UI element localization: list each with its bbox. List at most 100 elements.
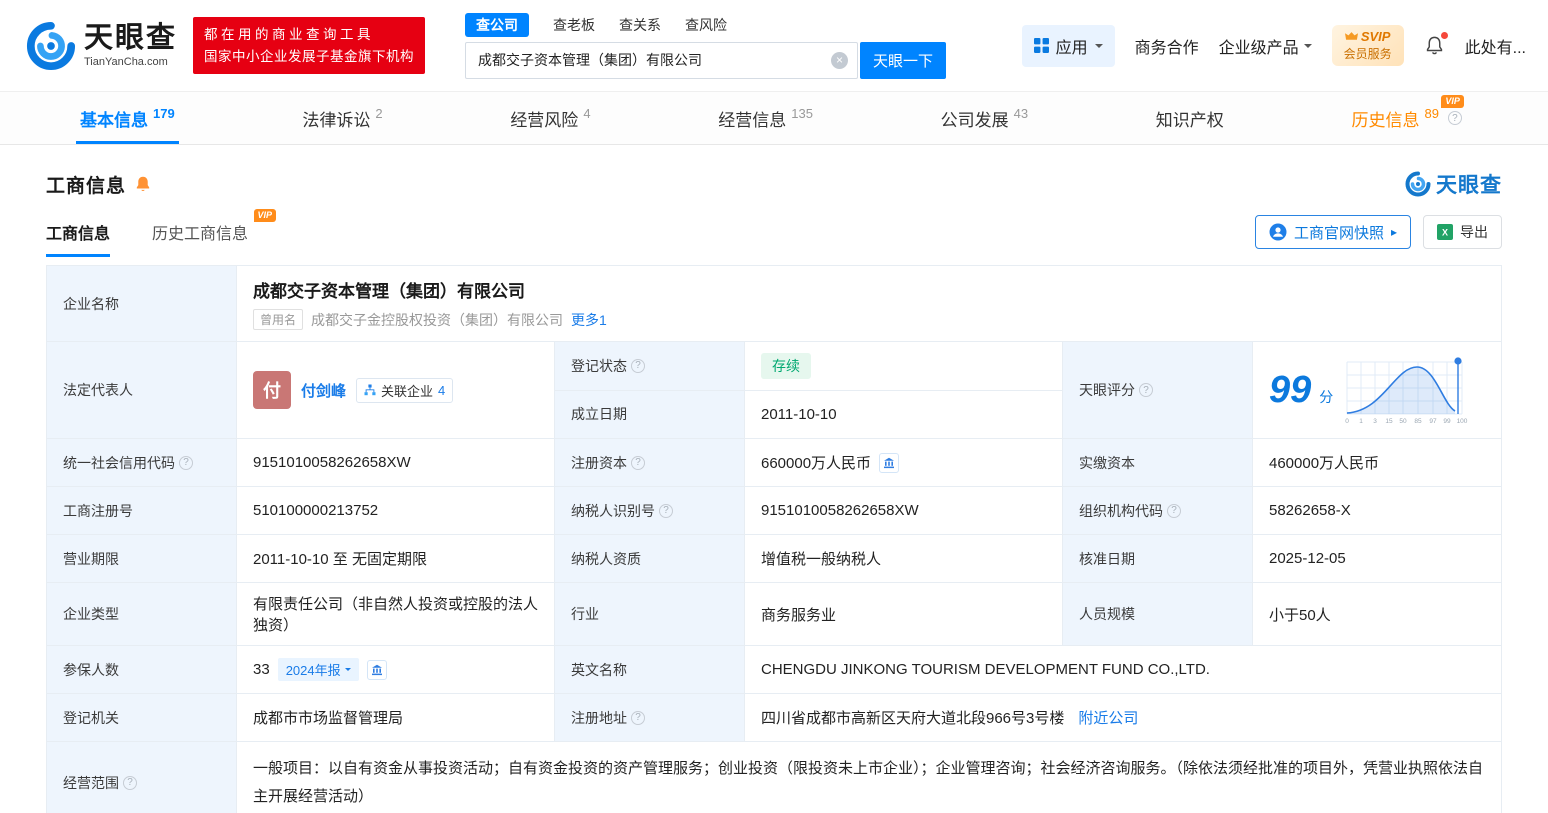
table-row: 参保人数 33 2024年报 英文名称 CHENGDU JINKONG TOUR… bbox=[47, 646, 1501, 694]
paid-capital-cell: 460000万人民币 bbox=[1253, 439, 1501, 486]
crown-icon bbox=[1344, 32, 1358, 40]
export-button[interactable]: X 导出 bbox=[1423, 215, 1502, 249]
business-term: 2011-10-10 至 无固定期限 bbox=[253, 551, 427, 568]
field-label-registered-address: 注册地址 bbox=[555, 694, 745, 741]
clear-search-icon[interactable]: × bbox=[831, 51, 849, 69]
registration-authority: 成都市市场监督管理局 bbox=[253, 710, 404, 727]
insured-detail-button[interactable] bbox=[366, 659, 387, 680]
field-label-industry: 行业 bbox=[555, 583, 745, 645]
tianyancha-company-page: 天眼查 TianYanCha.com 都在用的商业查询工具 国家中小企业发展子基… bbox=[0, 0, 1548, 813]
promo-banner: 都在用的商业查询工具 国家中小企业发展子基金旗下机构 bbox=[193, 16, 426, 75]
chevron-down-icon bbox=[1303, 43, 1312, 52]
tab-business-info[interactable]: 经营信息 135 bbox=[718, 92, 813, 144]
section-header: 工商信息 天眼查 bbox=[46, 169, 1502, 199]
svg-text:97: 97 bbox=[1430, 418, 1438, 425]
field-label-company-type: 企业类型 bbox=[47, 583, 237, 645]
tab-label: 历史信息 bbox=[1351, 110, 1420, 130]
tab-history-info[interactable]: VIP 历史信息 89 bbox=[1351, 92, 1464, 144]
svg-text:3: 3 bbox=[1373, 418, 1377, 425]
tab-legal-proceedings[interactable]: 法律诉讼 2 bbox=[302, 92, 382, 144]
field-label: 行业 bbox=[571, 606, 599, 622]
logo-title: 天眼查 bbox=[84, 22, 178, 55]
header-menu: 应用 商务合作 企业级产品 SVIP 会员服务 此处有... bbox=[1021, 24, 1526, 67]
help-icon[interactable] bbox=[631, 710, 645, 725]
help-icon[interactable] bbox=[631, 358, 645, 373]
svip-membership-button[interactable]: SVIP 会员服务 bbox=[1331, 25, 1404, 66]
subscribe-bell-icon[interactable] bbox=[134, 175, 152, 193]
search-tab-risk[interactable]: 查风险 bbox=[685, 15, 727, 35]
field-label-approval-date: 核准日期 bbox=[1063, 535, 1253, 582]
watermark-text: 天眼查 bbox=[1436, 174, 1502, 197]
table-row: 工商注册号 510100000213752 纳税人识别号 91510100582… bbox=[47, 487, 1501, 535]
legal-rep-avatar[interactable]: 付 bbox=[253, 371, 291, 409]
registration-status-cell: 存续 bbox=[745, 342, 1063, 390]
tab-basic-info[interactable]: 基本信息 179 bbox=[76, 92, 179, 144]
section-title: 工商信息 bbox=[46, 175, 127, 197]
former-name: 成都交子金控股权投资（集团）有限公司 bbox=[311, 311, 564, 328]
business-cooperation-label: 商务合作 bbox=[1134, 39, 1199, 57]
field-label-legal-representative: 法定代表人 bbox=[47, 342, 237, 438]
search-tab-company[interactable]: 查公司 bbox=[465, 12, 530, 37]
legal-rep-name-link[interactable]: 付剑峰 bbox=[301, 380, 346, 401]
svg-text:85: 85 bbox=[1415, 418, 1423, 425]
official-snapshot-button[interactable]: 工商官网快照 ▸ bbox=[1254, 215, 1411, 249]
tianyancha-logo[interactable]: 天眼查 TianYanCha.com bbox=[26, 21, 177, 71]
status-badge: 存续 bbox=[761, 352, 811, 379]
status-date-block: 登记状态 存续 成立日期 2011-10-10 bbox=[555, 342, 1063, 438]
svg-text:X: X bbox=[1442, 228, 1448, 238]
search-tab-boss[interactable]: 查老板 bbox=[553, 15, 595, 35]
related-companies-label: 关联企业 bbox=[381, 383, 434, 399]
subtab-history-business-info[interactable]: VIP 历史工商信息 bbox=[152, 209, 277, 257]
approval-date: 2025-12-05 bbox=[1269, 550, 1346, 567]
table-row: 经营范围 一般项目：以自有资金从事投资活动；自有资金投资的资产管理服务；创业投资… bbox=[47, 742, 1501, 813]
help-icon[interactable] bbox=[1447, 111, 1462, 125]
svg-text:0: 0 bbox=[1345, 418, 1349, 425]
insured-count-cell: 33 2024年报 bbox=[237, 646, 555, 693]
tab-label: 经营风险 bbox=[510, 110, 579, 130]
capital-detail-button[interactable] bbox=[879, 452, 900, 473]
svip-sublabel: 会员服务 bbox=[1343, 47, 1392, 61]
tab-count: 179 bbox=[153, 106, 175, 121]
tab-operating-risk[interactable]: 经营风险 4 bbox=[510, 92, 590, 144]
person-badge-icon bbox=[1269, 223, 1287, 241]
apps-menu-label: 应用 bbox=[1055, 39, 1088, 57]
arrow-right-icon: ▸ bbox=[1390, 225, 1397, 239]
main-content: 工商信息 天眼查 工商信息 VIP 历史工商信息 工商官网快照 ▸ X 导出 企… bbox=[0, 169, 1548, 813]
help-icon[interactable] bbox=[179, 455, 193, 470]
subtab-label: 历史工商信息 bbox=[152, 226, 249, 243]
field-label-taxpayer-id: 纳税人识别号 bbox=[555, 487, 745, 534]
notifications-bell[interactable] bbox=[1424, 32, 1448, 56]
logo-text: 天眼查 TianYanCha.com bbox=[84, 22, 178, 68]
subtab-business-info[interactable]: 工商信息 bbox=[46, 220, 111, 257]
business-cooperation-link[interactable]: 商务合作 bbox=[1135, 34, 1199, 58]
help-icon[interactable] bbox=[631, 455, 645, 470]
related-companies-button[interactable]: 关联企业 4 bbox=[356, 377, 454, 403]
tab-intellectual-property[interactable]: 知识产权 bbox=[1156, 92, 1224, 144]
tab-label: 基本信息 bbox=[80, 110, 148, 130]
search-tab-relation[interactable]: 查关系 bbox=[619, 15, 661, 35]
promo-banner-line1: 都在用的商业查询工具 bbox=[204, 26, 375, 42]
tianyan-score-cell[interactable]: 99 分 0 1 3 15 50 85 97 99 100 bbox=[1253, 342, 1501, 438]
search-button[interactable]: 天眼一下 bbox=[860, 41, 947, 79]
more-former-names-link[interactable]: 更多1 bbox=[571, 310, 607, 330]
help-icon[interactable] bbox=[1167, 503, 1181, 518]
field-label: 组织机构代码 bbox=[1079, 502, 1163, 519]
registration-number: 510100000213752 bbox=[253, 502, 379, 519]
enterprise-products-link[interactable]: 企业级产品 bbox=[1219, 34, 1312, 58]
subtab-label: 工商信息 bbox=[46, 226, 111, 243]
annual-report-badge[interactable]: 2024年报 bbox=[277, 658, 359, 681]
help-icon[interactable] bbox=[1139, 383, 1153, 397]
help-icon[interactable] bbox=[659, 503, 673, 518]
field-label: 注册资本 bbox=[571, 454, 627, 471]
header-more-text[interactable]: 此处有... bbox=[1465, 34, 1526, 58]
table-row: 登记机关 成都市市场监督管理局 注册地址 四川省成都市高新区天府大道北段966号… bbox=[47, 694, 1501, 742]
search-input[interactable] bbox=[466, 52, 858, 68]
nearby-companies-link[interactable]: 附近公司 bbox=[1078, 707, 1138, 728]
table-row: 企业类型 有限责任公司（非自然人投资或控股的法人独资） 行业 商务服务业 人员规… bbox=[47, 583, 1501, 646]
table-row: 法定代表人 付 付剑峰 关联企业 4 登记状态 ? 存续 成立日期 2011-1… bbox=[47, 342, 1501, 439]
tab-company-development[interactable]: 公司发展 43 bbox=[941, 92, 1028, 144]
tab-label: 经营信息 bbox=[718, 110, 787, 130]
company-type: 有限责任公司（非自然人投资或控股的法人独资） bbox=[253, 596, 539, 634]
help-icon[interactable] bbox=[123, 775, 137, 790]
apps-menu-button[interactable]: 应用 bbox=[1021, 24, 1115, 67]
